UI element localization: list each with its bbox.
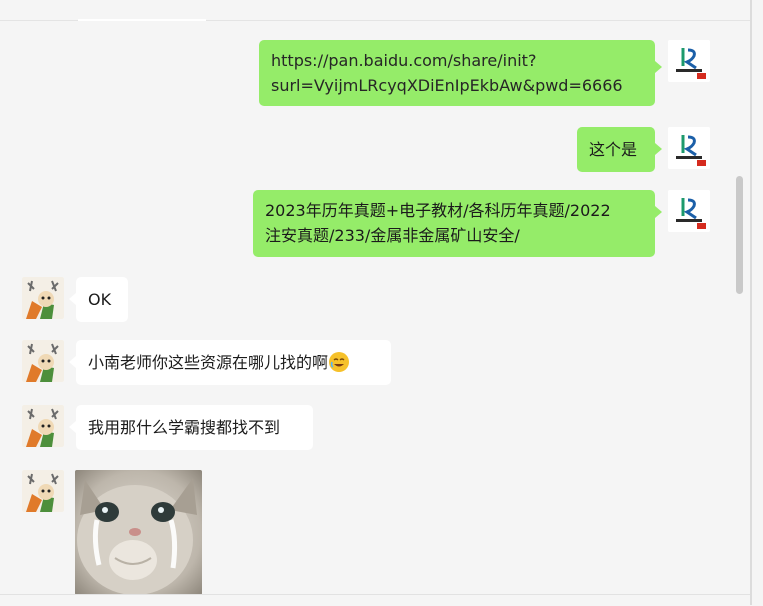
self-avatar[interactable] <box>668 190 710 232</box>
cartoon-character-icon <box>22 340 64 382</box>
message-text[interactable]: 我用那什么学霸搜都找不到 <box>88 418 280 437</box>
cartoon-character-icon <box>22 405 64 447</box>
contact-avatar[interactable] <box>22 340 64 382</box>
self-avatar[interactable] <box>668 40 710 82</box>
message-bubble[interactable]: 2023年历年真题+电子教材/各科历年真题/2022 注安真题/233/金属非金… <box>253 190 655 257</box>
self-avatar[interactable] <box>668 127 710 169</box>
contact-avatar[interactable] <box>22 470 64 512</box>
message-bubble[interactable]: 小南老师你这些资源在哪儿找的啊 <box>76 340 391 385</box>
message-text-line-1[interactable]: https://pan.baidu.com/share/init? <box>271 48 643 73</box>
message-text-line-2[interactable]: surl=VyijmLRcyqXDiEnIpEkbAw&pwd=6666 <box>271 73 643 98</box>
message-text[interactable]: OK <box>88 290 111 309</box>
message-bubble[interactable]: OK <box>76 277 128 322</box>
crying-cat-sticker[interactable] <box>75 470 202 595</box>
message-bubble-link[interactable]: https://pan.baidu.com/share/init? surl=V… <box>259 40 655 106</box>
laughing-crying-emoji-icon <box>329 352 350 372</box>
brand-logo-icon <box>668 127 710 169</box>
scrollbar-thumb[interactable] <box>736 176 743 294</box>
bubble-tail <box>655 61 662 73</box>
cartoon-character-icon <box>22 277 64 319</box>
cartoon-character-icon <box>22 470 64 512</box>
message-text[interactable]: 小南老师你这些资源在哪儿找的啊 <box>88 353 328 372</box>
bubble-tail <box>655 143 662 155</box>
message-bubble[interactable]: 这个是 <box>577 127 655 172</box>
input-area-divider <box>0 594 750 606</box>
bubble-tail <box>69 293 76 305</box>
bubble-tail <box>655 206 662 218</box>
bubble-tail <box>69 356 76 368</box>
bubble-tail <box>69 421 76 433</box>
chat-top-divider <box>0 0 750 21</box>
message-text-line-2[interactable]: 注安真题/233/金属非金属矿山安全/ <box>265 223 643 248</box>
brand-logo-icon <box>668 40 710 82</box>
message-text-line-1[interactable]: 2023年历年真题+电子教材/各科历年真题/2022 <box>265 198 643 223</box>
contact-avatar[interactable] <box>22 277 64 319</box>
brand-logo-icon <box>668 190 710 232</box>
message-bubble[interactable]: 我用那什么学霸搜都找不到 <box>76 405 313 450</box>
top-tab-highlight <box>78 19 206 21</box>
panel-edge <box>750 0 752 605</box>
message-text[interactable]: 这个是 <box>589 140 637 159</box>
contact-avatar[interactable] <box>22 405 64 447</box>
